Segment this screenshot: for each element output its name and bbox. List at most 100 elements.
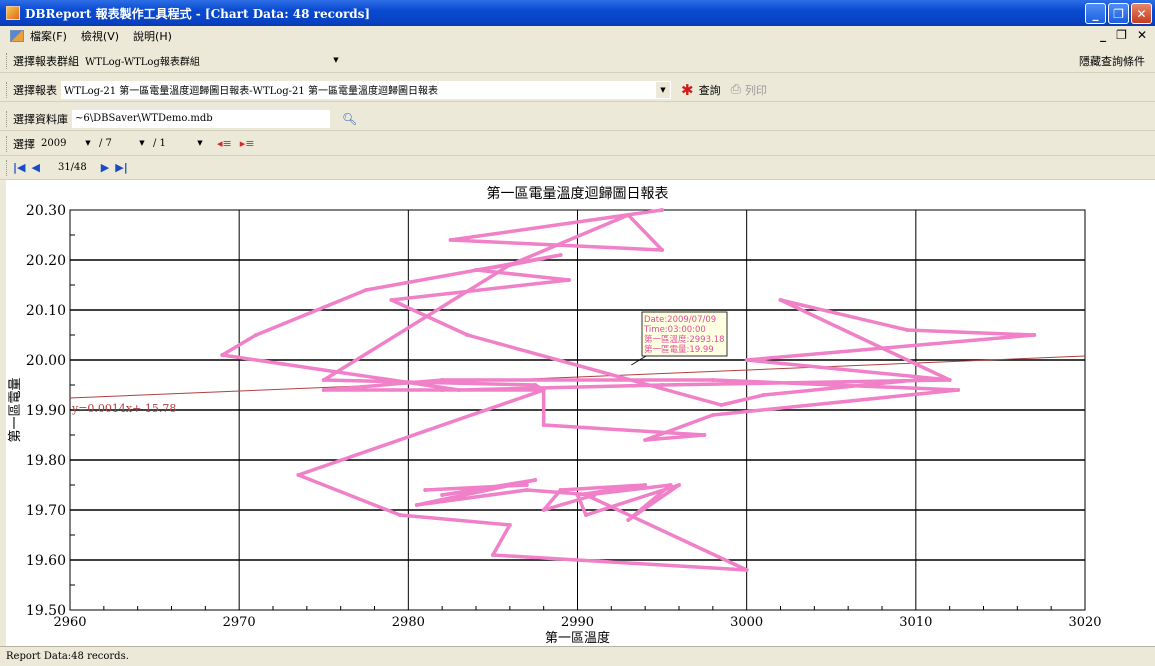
data-point [524, 483, 529, 487]
menu-file[interactable]: 檔案(F) [30, 28, 67, 44]
data-point [1032, 333, 1037, 337]
y-tick-label: 19.50 [26, 603, 66, 619]
data-point [660, 248, 665, 252]
data-point [321, 388, 326, 392]
day-select[interactable]: / 1 ▼ [151, 135, 207, 153]
y-tick-label: 19.60 [26, 553, 66, 569]
data-point [423, 488, 428, 492]
hide-query-button[interactable]: 隱藏查詢條件 [1079, 53, 1145, 69]
next-day-icon[interactable]: ▸≡ [240, 137, 255, 150]
child-restore-icon[interactable]: ❐ [1116, 28, 1127, 42]
chart-title: 第一區電量溫度迴歸圖日報表 [487, 185, 669, 202]
data-point [490, 553, 495, 557]
data-point [913, 378, 918, 382]
toolbar-grip[interactable] [6, 135, 9, 152]
data-point [761, 393, 766, 397]
y-tick-label: 20.00 [26, 353, 66, 369]
chevron-down-icon[interactable]: ▼ [135, 135, 149, 151]
app-icon [6, 6, 20, 20]
y-tick-label: 20.30 [26, 203, 66, 219]
data-point [507, 483, 512, 487]
database-label: 選擇資料庫 [13, 112, 68, 126]
toolbar-grip[interactable] [6, 81, 9, 98]
data-point [626, 518, 631, 522]
data-point [626, 213, 631, 217]
data-point [643, 483, 648, 487]
child-minimize-icon[interactable]: _ [1100, 28, 1106, 42]
data-point [583, 493, 588, 497]
prev-day-icon[interactable]: ◂≡ [217, 137, 232, 150]
tooltip-line: Time:03:00:00 [643, 325, 706, 335]
chevron-down-icon[interactable]: ▼ [656, 81, 670, 98]
first-record-icon[interactable]: |◀ [13, 161, 25, 174]
close-icon[interactable]: ✕ [1131, 3, 1152, 24]
data-point [583, 513, 588, 517]
title-bar: DBReport 報表製作工具程式 - [Chart Data: 48 reco… [0, 0, 1155, 26]
toolbar-grip[interactable] [6, 52, 9, 69]
last-record-icon[interactable]: ▶| [115, 161, 127, 174]
x-tick-label: 2980 [392, 615, 425, 630]
data-point [457, 388, 462, 392]
data-point [778, 298, 783, 302]
data-point [533, 383, 538, 387]
menu-bar: 檔案(F) 檢視(V) 說明(H) _ ❐ ✕ [0, 26, 1155, 46]
date-row: 選擇 2009 ▼ / 7 ▼ / 1 ▼ ◂≡ ▸≡ [0, 132, 1155, 156]
database-row: 選擇資料庫 ~6\DBSaver\WTDemo.mdb 🔍︎ [0, 107, 1155, 131]
minimize-icon[interactable]: _ [1085, 3, 1106, 24]
data-point [440, 388, 445, 392]
x-tick-label: 2970 [223, 615, 256, 630]
status-bar: Report Data:48 records. [0, 646, 1155, 666]
chevron-down-icon[interactable]: ▼ [193, 135, 207, 151]
data-point [567, 278, 572, 282]
menu-help[interactable]: 說明(H) [133, 28, 172, 44]
data-point [397, 513, 402, 517]
y-tick-label: 20.10 [26, 303, 66, 319]
chevron-down-icon[interactable]: ▼ [329, 52, 343, 68]
data-point [414, 503, 419, 507]
menu-view[interactable]: 檢視(V) [81, 28, 119, 44]
data-point [702, 433, 707, 437]
year-select[interactable]: 2009 ▼ [39, 135, 95, 153]
toolbar-grip[interactable] [6, 159, 9, 176]
printer-icon: ⎙ [730, 82, 741, 97]
data-point [744, 568, 749, 572]
page-indicator: 31/48 [57, 162, 87, 173]
document-icon[interactable] [10, 30, 24, 42]
data-point [956, 388, 961, 392]
chart-area: 第一區電量溫度迴歸圖日報表 2960 2970 2980 2990 3000 3010 302… [6, 180, 1155, 646]
tooltip-line: Date:2009/07/09 [644, 315, 716, 325]
report-group-select[interactable]: WTLog-WTLog報表群組 ▼ [83, 52, 343, 70]
data-point [321, 378, 326, 382]
report-select[interactable]: WTLog-21 第一區電量溫度迴歸圖日報表-WTLog-21 第一區電量溫度迴… [61, 80, 671, 99]
data-point [744, 358, 749, 362]
report-group-row: 選擇報表群組 WTLog-WTLog報表群組 ▼ 隱藏查詢條件 [0, 49, 1155, 73]
toolbar-grip[interactable] [6, 110, 9, 127]
x-axis-label: 第一區溫度 [545, 630, 610, 646]
child-window-controls: _ ❐ ✕ [1100, 28, 1147, 42]
data-point [643, 438, 648, 442]
next-record-icon[interactable]: ▶ [101, 161, 109, 174]
window-title: DBReport 報表製作工具程式 - [Chart Data: 48 reco… [25, 6, 371, 21]
y-tick-label: 19.90 [26, 403, 66, 419]
data-point [668, 483, 673, 487]
child-close-icon[interactable]: ✕ [1137, 28, 1147, 42]
print-button[interactable]: ⎙ 列印 [731, 82, 767, 98]
database-path-field[interactable]: ~6\DBSaver\WTDemo.mdb [72, 109, 330, 128]
data-point [465, 333, 470, 337]
data-point [592, 493, 597, 497]
window-controls: _ ❐ ✕ [1085, 3, 1152, 24]
trendline-equation: y=0.0014x+ 15.78 [71, 402, 176, 415]
data-point [719, 403, 724, 407]
query-button[interactable]: ✱ 查詢 [681, 81, 721, 99]
data-point [440, 493, 445, 497]
chevron-down-icon[interactable]: ▼ [81, 135, 95, 151]
prev-record-icon[interactable]: ◀ [31, 161, 39, 174]
data-point [558, 253, 563, 257]
status-text: Report Data:48 records. [6, 651, 129, 662]
month-select[interactable]: / 7 ▼ [97, 135, 149, 153]
report-row: 選擇報表 WTLog-21 第一區電量溫度迴歸圖日報表-WTLog-21 第一區… [0, 78, 1155, 102]
select-label: 選擇 [13, 137, 35, 151]
search-icon[interactable]: 🔍︎ [342, 112, 357, 126]
maximize-icon[interactable]: ❐ [1108, 3, 1129, 24]
data-point [541, 508, 546, 512]
